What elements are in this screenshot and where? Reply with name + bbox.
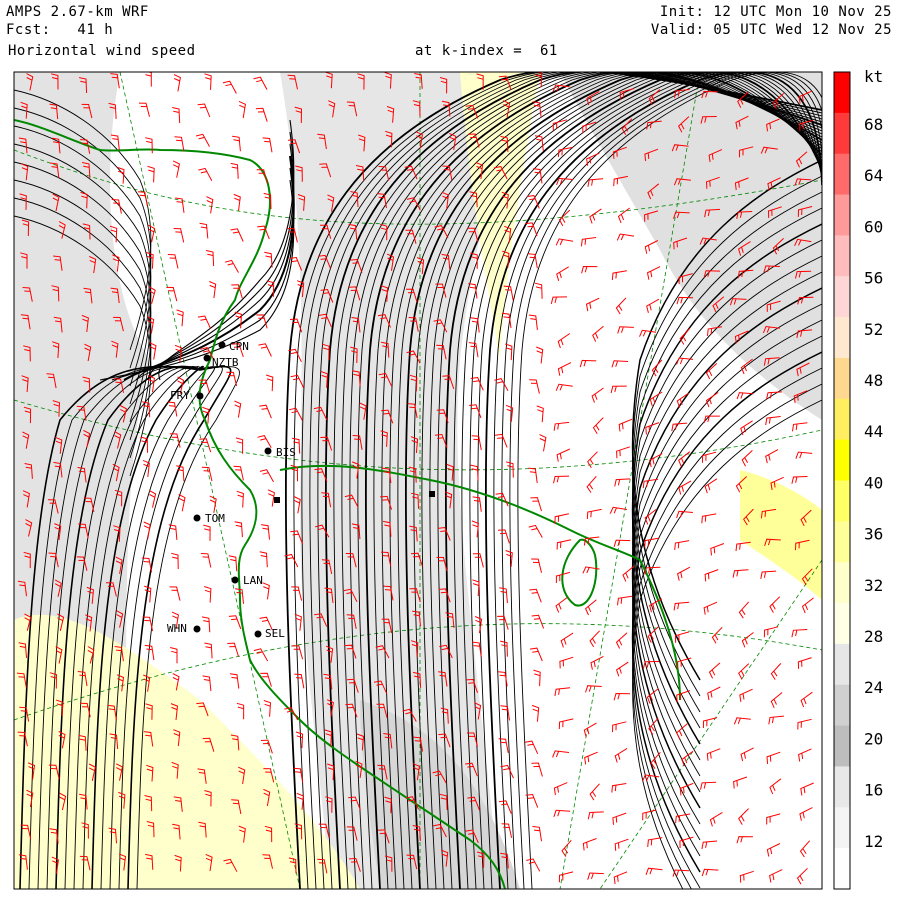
colorbar-swatch [834, 112, 850, 155]
station-label: LAN [243, 574, 263, 587]
colorbar-label: 52 [864, 320, 883, 339]
field-name: Horizontal wind speed [8, 43, 196, 59]
colorbar-swatch [834, 684, 850, 727]
station-label: FRY [170, 389, 190, 402]
colorbar-swatch [834, 725, 850, 767]
station-label: CPN [229, 340, 249, 353]
colorbar-swatch [834, 807, 850, 849]
colorbar-swatch [834, 317, 850, 359]
colorbar-swatch [834, 643, 850, 686]
station-square [429, 491, 435, 497]
colorbar-label: 56 [864, 269, 883, 288]
colorbar-swatch [834, 521, 850, 563]
colorbar-label: 28 [864, 627, 883, 646]
station-label: SEL [265, 627, 285, 640]
colorbar-swatch [834, 72, 850, 114]
colorbar-swatch [834, 153, 850, 196]
colorbar-label: 48 [864, 371, 883, 390]
colorbar-swatch [834, 766, 850, 808]
colorbar-swatch [834, 848, 850, 890]
station-label: TOM [205, 512, 225, 525]
colorbar-swatch [834, 439, 850, 481]
colorbar-swatch [834, 194, 850, 236]
colorbar: kt 68 64 60 56 52 48 44 40 36 32 28 24 20 16 12 [833, 67, 883, 890]
station-label: BIS [276, 446, 296, 459]
forecast-hour: Fcst: 41 h [6, 22, 114, 38]
model-title: AMPS 2.67-km WRF [6, 4, 149, 20]
colorbar-unit: kt [864, 67, 883, 86]
colorbar-swatch [834, 235, 850, 277]
colorbar-label: 12 [864, 832, 883, 851]
colorbar-swatch [834, 480, 850, 522]
colorbar-label: 36 [864, 525, 883, 544]
colorbar-label: 44 [864, 422, 883, 441]
colorbar-label: 60 [864, 217, 883, 236]
colorbar-label: 40 [864, 473, 883, 492]
init-time: Init: 12 UTC Mon 10 Nov 25 [659, 4, 892, 20]
colorbar-label: 64 [864, 166, 883, 185]
colorbar-swatch [834, 276, 850, 318]
station-label: NZTB [212, 356, 239, 369]
valid-time: Valid: 05 UTC Wed 12 Nov 25 [650, 22, 892, 38]
station-square [274, 497, 280, 503]
colorbar-label: 24 [864, 678, 883, 697]
wind-map: CPN NZTB FRY BIS TOM LAN WHN SEL kt 68 64 6… [13, 67, 883, 890]
colorbar-label: 68 [864, 115, 883, 134]
colorbar-swatch [834, 357, 850, 400]
colorbar-label: 16 [864, 781, 883, 800]
colorbar-swatch [834, 562, 850, 604]
station-label: WHN [167, 622, 187, 635]
level-label: at k-index = 61 [415, 43, 558, 59]
colorbar-label: 32 [864, 576, 883, 595]
colorbar-swatch [834, 398, 850, 441]
colorbar-label: 20 [864, 729, 883, 748]
colorbar-swatch [834, 603, 850, 645]
